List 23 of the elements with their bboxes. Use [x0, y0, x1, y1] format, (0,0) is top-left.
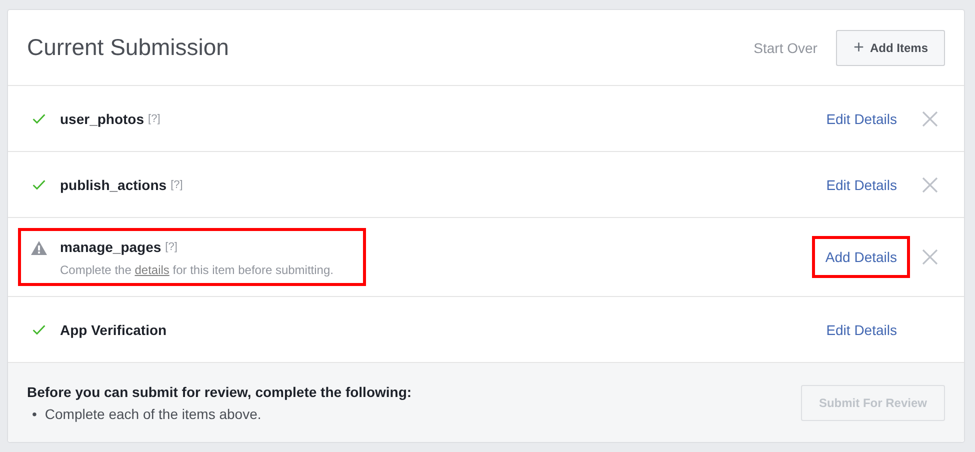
- item-message: Complete the: [60, 263, 132, 277]
- help-link[interactable]: [?]: [148, 112, 160, 124]
- close-icon[interactable]: [922, 249, 938, 265]
- start-over-link[interactable]: Start Over: [754, 40, 818, 56]
- item-name: user_photos: [60, 110, 144, 126]
- item-name: publish_actions: [60, 176, 167, 192]
- details-link[interactable]: details: [134, 263, 170, 277]
- item-message: for this item before submitting.: [172, 263, 334, 277]
- close-icon[interactable]: [922, 110, 938, 126]
- help-link[interactable]: [?]: [170, 178, 183, 190]
- edit-details-link[interactable]: Edit Details: [813, 308, 910, 350]
- item-name: App Verification: [60, 322, 167, 338]
- edit-details-link[interactable]: Edit Details: [813, 98, 910, 140]
- add-items-button[interactable]: + Add Items: [836, 30, 945, 66]
- edit-details-link[interactable]: Edit Details: [813, 164, 910, 206]
- requirement-text: Complete each of the items above.: [44, 406, 262, 422]
- page-title: Current Submission: [27, 34, 229, 61]
- bullet: •: [32, 406, 37, 422]
- close-icon[interactable]: [922, 176, 938, 192]
- add-details-link[interactable]: Add Details: [812, 236, 910, 278]
- requirements-heading: Before you can submit for review, complete the following:: [27, 384, 412, 400]
- item-name: manage_pages: [60, 239, 162, 255]
- help-link[interactable]: [?]: [165, 241, 178, 253]
